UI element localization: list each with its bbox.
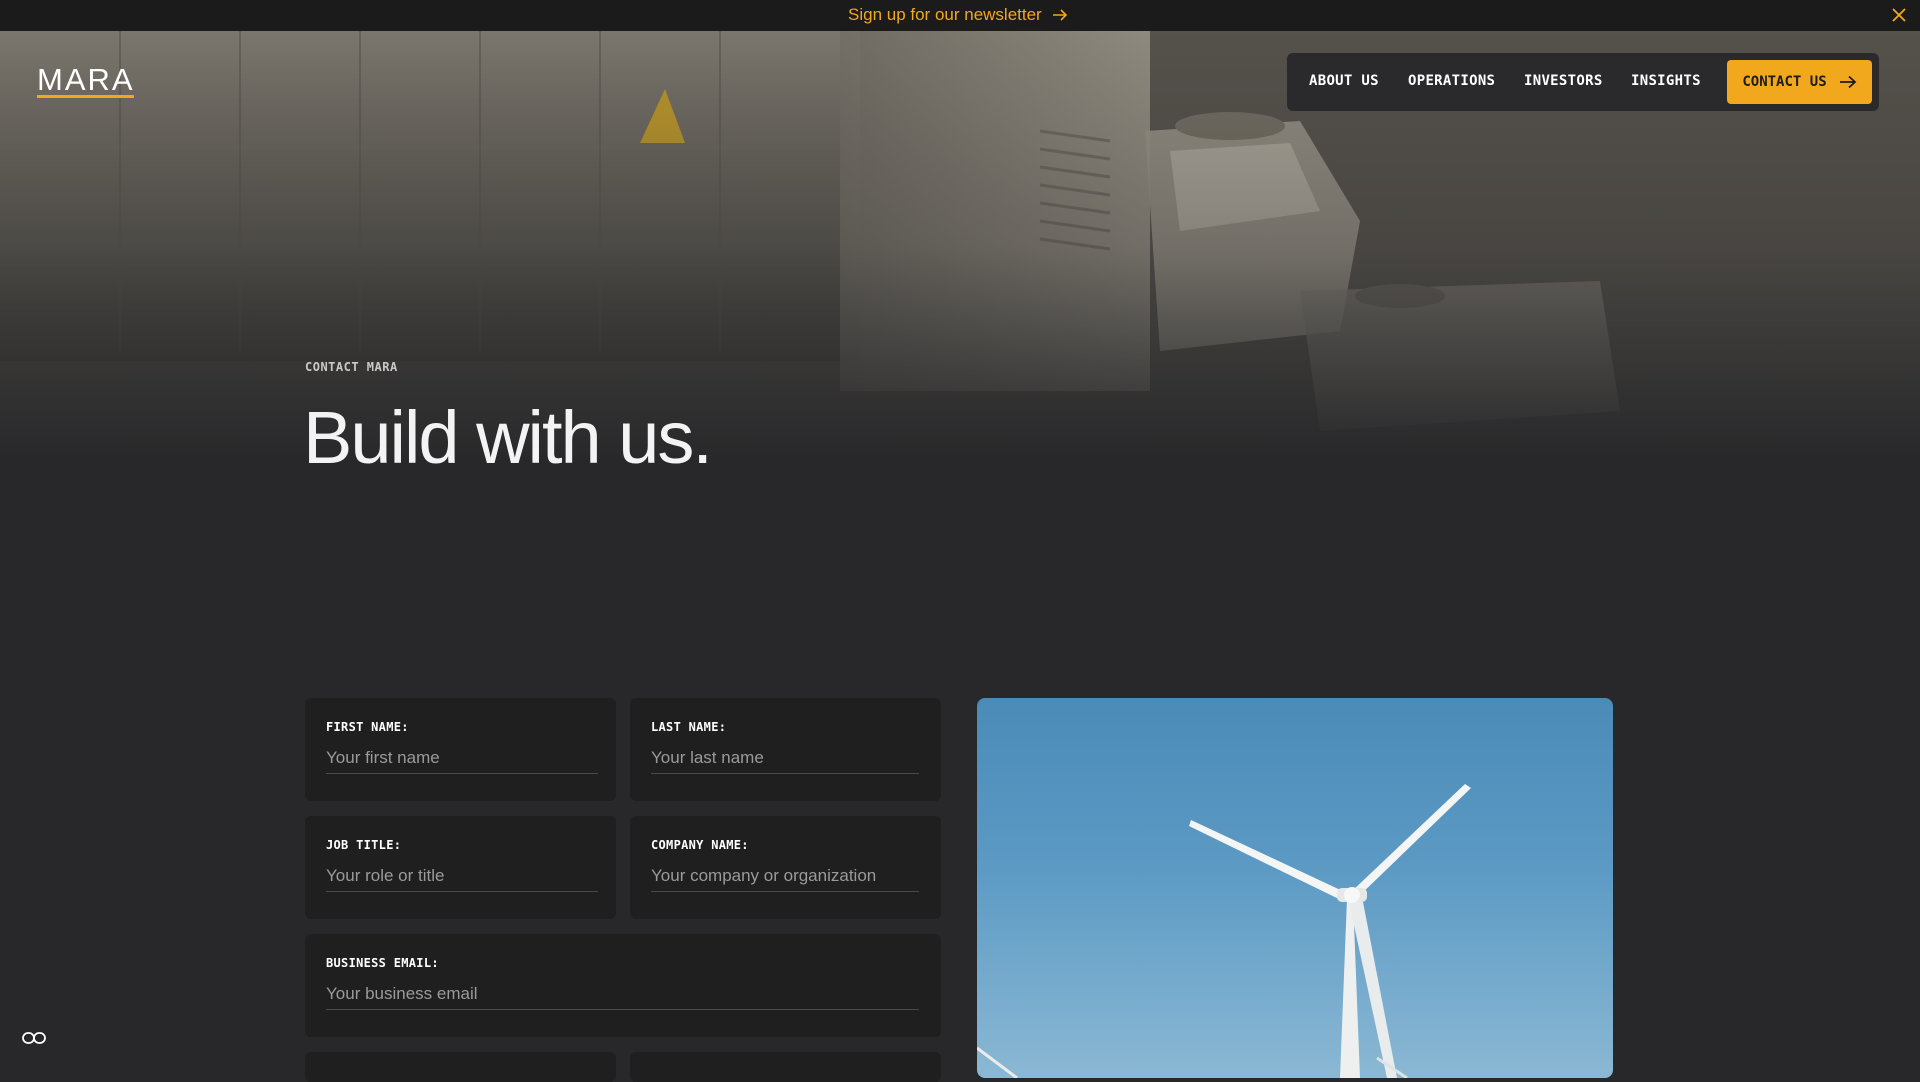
page-title: Build with us. xyxy=(303,396,713,479)
last-name-label: LAST NAME: xyxy=(651,720,727,734)
job-title-input[interactable] xyxy=(326,861,598,892)
announcement-bar: Sign up for our newsletter xyxy=(0,0,1920,31)
contact-us-button[interactable]: CONTACT US xyxy=(1727,60,1872,104)
wind-turbine-illustration xyxy=(977,784,1471,1078)
business-email-label: BUSINESS EMAIL: xyxy=(326,956,439,970)
form-field-partial xyxy=(305,1052,616,1082)
mara-logo[interactable]: MARA xyxy=(37,62,135,98)
accessibility-toggle-icon xyxy=(22,1032,46,1044)
job-title-label: JOB TITLE: xyxy=(326,838,402,852)
company-name-label: COMPANY NAME: xyxy=(651,838,749,852)
logo-underline xyxy=(37,95,134,98)
first-name-input[interactable] xyxy=(326,743,598,774)
arrow-right-icon xyxy=(1052,9,1067,21)
last-name-field: LAST NAME: xyxy=(630,698,941,801)
company-name-input[interactable] xyxy=(651,861,919,892)
first-name-label: FIRST NAME: xyxy=(326,720,409,734)
contact-us-label: CONTACT US xyxy=(1742,74,1827,90)
newsletter-link-label: Sign up for our newsletter xyxy=(848,5,1042,24)
job-title-field: JOB TITLE: xyxy=(305,816,616,919)
newsletter-link[interactable]: Sign up for our newsletter xyxy=(848,4,1068,26)
business-email-field: BUSINESS EMAIL: xyxy=(305,934,941,1037)
nav-investors[interactable]: INVESTORS xyxy=(1524,73,1603,89)
close-icon xyxy=(1892,8,1906,22)
form-field-partial xyxy=(630,1052,941,1082)
business-email-input[interactable] xyxy=(326,979,919,1010)
nav-insights[interactable]: INSIGHTS xyxy=(1631,73,1701,89)
wind-turbine-image xyxy=(977,698,1613,1078)
last-name-input[interactable] xyxy=(651,743,919,774)
first-name-field: FIRST NAME: xyxy=(305,698,616,801)
close-announcement-button[interactable] xyxy=(1888,4,1910,26)
nav-operations[interactable]: OPERATIONS xyxy=(1408,73,1495,89)
nav-about-us[interactable]: ABOUT US xyxy=(1309,73,1379,89)
accessibility-toggle[interactable] xyxy=(18,1024,50,1052)
page-eyebrow: CONTACT MARA xyxy=(305,360,398,374)
arrow-right-icon xyxy=(1839,75,1856,89)
company-name-field: COMPANY NAME: xyxy=(630,816,941,919)
main-nav: ABOUT US OPERATIONS INVESTORS INSIGHTS C… xyxy=(1287,53,1879,111)
